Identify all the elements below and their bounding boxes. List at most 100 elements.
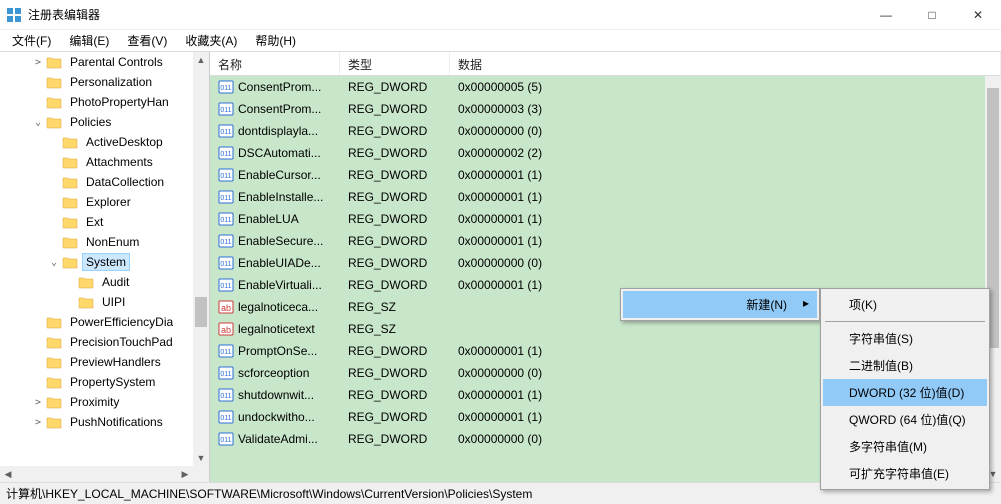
svg-text:011: 011 — [220, 107, 231, 114]
value-data: 0x00000001 (1) — [450, 212, 985, 226]
value-name: scforceoption — [238, 366, 309, 380]
ctx-item-label: 二进制值(B) — [849, 357, 913, 374]
ctx-item[interactable]: QWORD (64 位)值(Q) — [823, 406, 987, 433]
list-item[interactable]: 011ConsentProm...REG_DWORD0x00000003 (3) — [210, 98, 985, 120]
string-value-icon: ab — [218, 299, 234, 315]
ctx-item-label: 多字符串值(M) — [849, 438, 927, 455]
ctx-item[interactable]: 字符串值(S) — [823, 325, 987, 352]
column-name[interactable]: 名称 — [210, 52, 340, 75]
ctx-item[interactable]: 可扩充字符串值(E) — [823, 460, 987, 487]
chevron-right-icon: ▸ — [803, 296, 809, 310]
chevron-right-icon[interactable]: > — [32, 57, 44, 68]
tree-item[interactable]: Audit — [0, 272, 193, 292]
menu-item[interactable]: 查看(V) — [119, 30, 175, 51]
tree-item[interactable]: DataCollection — [0, 172, 193, 192]
menubar: 文件(F)编辑(E)查看(V)收藏夹(A)帮助(H) — [0, 30, 1001, 52]
maximize-button[interactable]: □ — [909, 0, 955, 29]
tree-item[interactable]: PropertySystem — [0, 372, 193, 392]
tree-item[interactable]: PowerEfficiencyDia — [0, 312, 193, 332]
folder-icon — [62, 175, 78, 189]
menu-item[interactable]: 帮助(H) — [247, 30, 304, 51]
chevron-right-icon[interactable]: > — [32, 417, 44, 428]
svg-text:011: 011 — [220, 129, 231, 136]
tree-item-label: DataCollection — [82, 173, 168, 191]
scroll-right-icon[interactable]: ▶ — [177, 466, 193, 482]
tree-item-label: Personalization — [66, 73, 156, 91]
tree-item-label: Ext — [82, 213, 107, 231]
tree-item[interactable]: UIPI — [0, 292, 193, 312]
svg-text:ab: ab — [221, 325, 231, 335]
scroll-left-icon[interactable]: ◀ — [0, 466, 16, 482]
tree-item[interactable]: ⌄System — [0, 252, 193, 272]
scroll-up-icon[interactable]: ▲ — [193, 52, 209, 68]
tree-item[interactable]: PreviewHandlers — [0, 352, 193, 372]
value-name: DSCAutomati... — [238, 146, 321, 160]
folder-icon — [62, 155, 78, 169]
tree-item-label: PowerEfficiencyDia — [66, 313, 177, 331]
tree-item[interactable]: Attachments — [0, 152, 193, 172]
menu-item[interactable]: 收藏夹(A) — [177, 30, 245, 51]
column-type[interactable]: 类型 — [340, 52, 450, 75]
context-menu[interactable]: 新建(N) ▸ — [620, 288, 820, 321]
tree-item[interactable]: NonEnum — [0, 232, 193, 252]
tree-item[interactable]: Ext — [0, 212, 193, 232]
list-header: 名称 类型 数据 — [210, 52, 1001, 76]
ctx-item[interactable]: 项(K) — [823, 291, 987, 318]
list-item[interactable]: 011EnableInstalle...REG_DWORD0x00000001 … — [210, 186, 985, 208]
menu-item[interactable]: 文件(F) — [4, 30, 59, 51]
value-type: REG_DWORD — [340, 146, 450, 160]
chevron-down-icon[interactable]: ⌄ — [48, 257, 60, 268]
chevron-down-icon[interactable]: ⌄ — [32, 117, 44, 128]
tree-item[interactable]: PhotoPropertyHan — [0, 92, 193, 112]
binary-value-icon: 011 — [218, 233, 234, 249]
binary-value-icon: 011 — [218, 123, 234, 139]
tree-item-label: Explorer — [82, 193, 135, 211]
value-name: shutdownwit... — [238, 388, 314, 402]
tree-item[interactable]: Personalization — [0, 72, 193, 92]
tree-item[interactable]: >PushNotifications — [0, 412, 193, 432]
value-name: EnableLUA — [238, 212, 299, 226]
close-button[interactable]: ✕ — [955, 0, 1001, 29]
list-item[interactable]: 011EnableSecure...REG_DWORD0x00000001 (1… — [210, 230, 985, 252]
list-item[interactable]: 011EnableLUAREG_DWORD0x00000001 (1) — [210, 208, 985, 230]
ctx-item[interactable]: 二进制值(B) — [823, 352, 987, 379]
tree-item[interactable]: Explorer — [0, 192, 193, 212]
folder-icon — [78, 275, 94, 289]
context-submenu[interactable]: 项(K) 字符串值(S) 二进制值(B) DWORD (32 位)值(D)QWORD … — [820, 288, 990, 490]
tree-horizontal-scrollbar[interactable]: ◀ ▶ — [0, 466, 193, 482]
list-item[interactable]: 011DSCAutomati...REG_DWORD0x00000002 (2) — [210, 142, 985, 164]
tree-item[interactable]: >Parental Controls — [0, 52, 193, 72]
value-type: REG_DWORD — [340, 432, 450, 446]
tree-vertical-scrollbar[interactable]: ▲ ▼ — [193, 52, 209, 466]
value-data: 0x00000003 (3) — [450, 102, 985, 116]
ctx-item-new[interactable]: 新建(N) ▸ — [623, 291, 817, 318]
column-data[interactable]: 数据 — [450, 52, 1001, 75]
list-item[interactable]: 011ConsentProm...REG_DWORD0x00000005 (5) — [210, 76, 985, 98]
folder-icon — [46, 375, 62, 389]
list-item[interactable]: 011dontdisplayla...REG_DWORD0x00000000 (… — [210, 120, 985, 142]
folder-icon — [46, 95, 62, 109]
tree-item[interactable]: PrecisionTouchPad — [0, 332, 193, 352]
value-type: REG_DWORD — [340, 80, 450, 94]
menu-item[interactable]: 编辑(E) — [61, 30, 117, 51]
folder-icon — [62, 215, 78, 229]
tree-item[interactable]: >Proximity — [0, 392, 193, 412]
ctx-item-label: 可扩充字符串值(E) — [849, 465, 949, 482]
chevron-right-icon[interactable]: > — [32, 397, 44, 408]
folder-icon — [46, 75, 62, 89]
statusbar-path: 计算机\HKEY_LOCAL_MACHINE\SOFTWARE\Microsof… — [6, 485, 532, 502]
tree-item[interactable]: ⌄Policies — [0, 112, 193, 132]
value-type: REG_DWORD — [340, 102, 450, 116]
value-data: 0x00000005 (5) — [450, 80, 985, 94]
list-item[interactable]: 011EnableUIADe...REG_DWORD0x00000000 (0) — [210, 252, 985, 274]
ctx-item[interactable]: 多字符串值(M) — [823, 433, 987, 460]
list-item[interactable]: 011EnableCursor...REG_DWORD0x00000001 (1… — [210, 164, 985, 186]
tree-item[interactable]: ActiveDesktop — [0, 132, 193, 152]
ctx-item[interactable]: DWORD (32 位)值(D) — [823, 379, 987, 406]
scroll-corner — [193, 466, 209, 482]
value-data: 0x00000001 (1) — [450, 190, 985, 204]
scroll-down-icon[interactable]: ▼ — [193, 450, 209, 466]
value-data: 0x00000001 (1) — [450, 234, 985, 248]
minimize-button[interactable]: — — [863, 0, 909, 29]
string-value-icon: ab — [218, 321, 234, 337]
